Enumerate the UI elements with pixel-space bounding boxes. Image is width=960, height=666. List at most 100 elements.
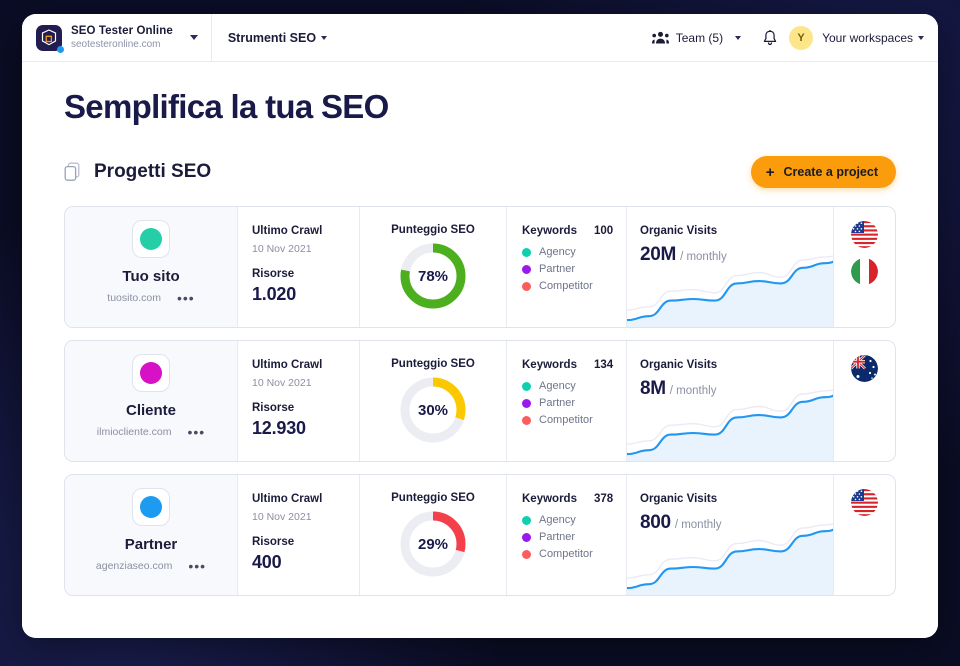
- chevron-down-icon: [735, 35, 742, 40]
- keyword-legend-item: Competitor: [522, 280, 626, 292]
- crawl-cell: Ultimo Crawl 10 Nov 2021 Risorse 400: [237, 475, 359, 595]
- flag-us-icon: [851, 489, 878, 516]
- legend-label: Partner: [539, 397, 576, 409]
- flag-us-icon: [851, 221, 878, 248]
- organic-visits-label: Organic Visits: [640, 225, 718, 237]
- brand-switcher[interactable]: SEO Tester Online seotesteronline.com: [22, 14, 211, 61]
- topbar-right: Team (5) Y Your workspaces: [642, 25, 938, 50]
- section-title-group: Progetti SEO: [64, 161, 211, 183]
- organic-visits-cell: Organic Visits 8M / monthly: [626, 341, 833, 461]
- keywords-label: Keywords: [522, 493, 577, 505]
- keywords-count: 134: [593, 359, 614, 371]
- chevron-down-icon: [321, 35, 328, 40]
- seo-score-value: 78%: [417, 267, 449, 285]
- project-card[interactable]: Tuo sito tuosito.com ••• Ultimo Crawl 10…: [64, 206, 896, 328]
- last-crawl-date: 10 Nov 2021: [252, 511, 312, 523]
- resources-label: Risorse: [252, 536, 295, 548]
- organic-visits-cell: Organic Visits 800 / monthly: [626, 475, 833, 595]
- chevron-down-icon[interactable]: [189, 35, 198, 40]
- resources-value: 400: [252, 552, 282, 572]
- more-options-icon[interactable]: •••: [187, 424, 205, 439]
- project-cards-list: Tuo sito tuosito.com ••• Ultimo Crawl 10…: [64, 206, 896, 596]
- keywords-legend: Agency Partner Competitor: [522, 380, 626, 426]
- organic-visits-label: Organic Visits: [640, 493, 718, 505]
- seo-score-label: Punteggio SEO: [391, 492, 475, 504]
- flags-cell: [833, 207, 895, 327]
- country-flag[interactable]: [851, 489, 878, 516]
- seo-score-value: 29%: [417, 535, 449, 553]
- workspaces-menu[interactable]: Your workspaces: [822, 31, 924, 45]
- last-crawl-label: Ultimo Crawl: [252, 359, 323, 371]
- legend-label: Competitor: [539, 548, 593, 560]
- people-icon: [651, 31, 669, 44]
- avatar[interactable]: Y: [789, 25, 814, 50]
- keywords-cell: Keywords 378 Agency Partner Competitor: [506, 475, 626, 595]
- tools-menu[interactable]: Strumenti SEO: [212, 14, 343, 61]
- organic-visits-label: Organic Visits: [640, 359, 718, 371]
- notifications-button[interactable]: [751, 29, 789, 46]
- workspaces-label: Your workspaces: [822, 30, 913, 45]
- legend-label: Partner: [539, 263, 576, 275]
- brand-name: SEO Tester Online: [71, 24, 173, 37]
- more-options-icon[interactable]: •••: [177, 290, 195, 305]
- project-url: agenziaseo.com: [95, 560, 173, 572]
- main-content: Semplifica la tua SEO Progetti SEO + Cre…: [22, 62, 938, 638]
- team-menu[interactable]: Team (5): [642, 31, 751, 45]
- last-crawl-label: Ultimo Crawl: [252, 225, 323, 237]
- legend-dot-icon: [522, 247, 531, 257]
- team-label: Team (5): [675, 30, 724, 45]
- keyword-legend-item: Competitor: [522, 548, 626, 560]
- legend-label: Agency: [539, 514, 576, 526]
- flags-cell: [833, 475, 895, 595]
- more-options-icon[interactable]: •••: [188, 558, 206, 573]
- section-header: Progetti SEO + Create a project: [64, 156, 896, 188]
- keywords-cell: Keywords 134 Agency Partner Competitor: [506, 341, 626, 461]
- project-avatar: [132, 354, 170, 392]
- legend-dot-icon: [522, 515, 531, 525]
- keyword-legend-item: Agency: [522, 514, 626, 526]
- keywords-legend: Agency Partner Competitor: [522, 246, 626, 292]
- seo-score-cell: Punteggio SEO 30%: [359, 341, 506, 461]
- flag-au-icon: [851, 355, 878, 382]
- create-project-label: Create a project: [783, 165, 878, 179]
- keywords-label: Keywords: [522, 359, 577, 371]
- cube-logo-icon: [36, 24, 64, 53]
- organic-visits-sparkline: [627, 523, 833, 595]
- project-card[interactable]: Partner agenziaseo.com ••• Ultimo Crawl …: [64, 474, 896, 596]
- app-window: SEO Tester Online seotesteronline.com St…: [22, 14, 938, 638]
- plus-icon: +: [765, 163, 775, 181]
- country-flag[interactable]: [851, 221, 878, 248]
- project-card[interactable]: Cliente ilmiocliente.com ••• Ultimo Craw…: [64, 340, 896, 462]
- cube-glyph: [41, 28, 57, 45]
- brand-url: seotesteronline.com: [71, 38, 161, 50]
- keyword-legend-item: Partner: [522, 397, 626, 409]
- legend-dot-icon: [522, 415, 531, 425]
- project-url: ilmiocliente.com: [96, 426, 172, 438]
- flags-cell: [833, 341, 895, 461]
- keywords-cell: Keywords 100 Agency Partner Competitor: [506, 207, 626, 327]
- crawl-cell: Ultimo Crawl 10 Nov 2021 Risorse 1.020: [237, 207, 359, 327]
- seo-score-cell: Punteggio SEO 78%: [359, 207, 506, 327]
- keywords-legend: Agency Partner Competitor: [522, 514, 626, 560]
- copy-document-icon: [64, 162, 82, 182]
- legend-dot-icon: [522, 264, 531, 274]
- create-project-button[interactable]: + Create a project: [750, 156, 896, 188]
- country-flag[interactable]: [851, 258, 878, 285]
- project-avatar: [132, 220, 170, 258]
- project-identity-cell: Tuo sito tuosito.com •••: [65, 207, 237, 327]
- section-title: Progetti SEO: [94, 161, 212, 182]
- tools-menu-label: Strumenti SEO: [227, 30, 317, 45]
- seo-score-cell: Punteggio SEO 29%: [359, 475, 506, 595]
- bell-icon: [763, 29, 777, 45]
- project-url: tuosito.com: [107, 292, 161, 304]
- resources-value: 1.020: [252, 284, 297, 304]
- keywords-count: 378: [593, 493, 614, 505]
- seo-score-donut: 30%: [398, 375, 468, 445]
- legend-dot-icon: [522, 398, 531, 408]
- page-title: Semplifica la tua SEO: [64, 88, 389, 125]
- legend-label: Competitor: [539, 280, 593, 292]
- seo-score-donut: 29%: [398, 509, 468, 579]
- country-flag[interactable]: [851, 355, 878, 382]
- organic-visits-sparkline: [627, 255, 833, 327]
- project-identity-cell: Partner agenziaseo.com •••: [65, 475, 237, 595]
